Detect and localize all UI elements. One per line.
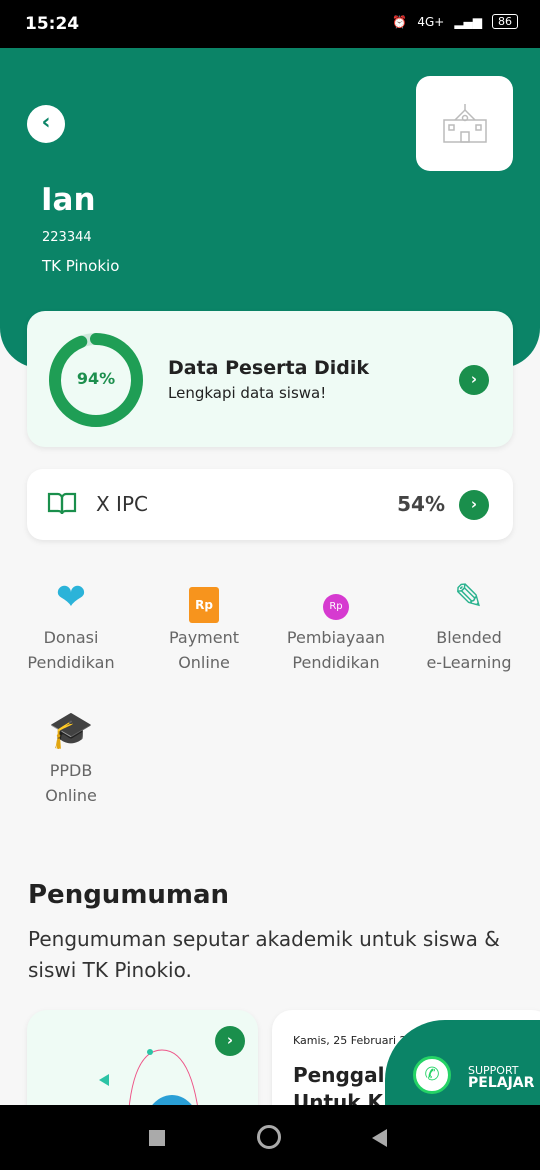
school-logo: [416, 76, 513, 171]
book-icon: [47, 492, 77, 515]
menu-label: e-Learning: [426, 653, 512, 672]
graduation-cap-icon: 🎓: [48, 710, 94, 751]
menu-payment-online[interactable]: Rp Payment Online: [139, 575, 269, 675]
donation-heart-icon: ❤: [55, 577, 87, 618]
menu-label: Payment: [168, 628, 240, 647]
completion-subtitle: Lengkapi data siswa!: [168, 384, 327, 402]
class-card[interactable]: X IPC 54% ›: [27, 469, 513, 540]
payment-rp-icon: Rp: [139, 575, 269, 623]
class-percent: 54%: [397, 492, 445, 516]
menu-label: Pembiayaan: [286, 628, 386, 647]
financing-hand-icon: Rp: [271, 575, 401, 621]
alarm-icon: ⏰: [392, 14, 408, 29]
completion-percent: 94%: [76, 369, 116, 388]
completion-title: Data Peserta Didik: [168, 357, 370, 379]
menu-label: Pendidikan: [292, 653, 380, 672]
clock: 15:24: [25, 14, 80, 34]
chevron-right-icon[interactable]: ›: [215, 1026, 245, 1056]
announcement-title: Pengumuman: [28, 880, 230, 910]
menu-label: Blended: [436, 628, 502, 647]
menu-blended-elearning[interactable]: ✎ Blended e-Learning: [404, 575, 534, 675]
chevron-right-icon[interactable]: ›: [459, 490, 489, 520]
menu-label: Donasi: [43, 628, 99, 647]
student-id: 223344: [42, 230, 92, 245]
pencil-ruler-icon: ✎: [453, 577, 485, 618]
announcement-description: Pengumuman seputar akademik untuk siswa …: [28, 927, 500, 982]
student-name: Ian: [41, 182, 96, 218]
recents-button[interactable]: [149, 1130, 165, 1146]
back-button[interactable]: ‹: [27, 105, 65, 143]
data-completion-card[interactable]: 94% Data Peserta Didik Lengkapi data sis…: [27, 311, 513, 447]
class-name: X IPC: [96, 492, 148, 516]
completion-ring: 94%: [48, 332, 144, 428]
menu-donasi-pendidikan[interactable]: ❤ Donasi Pendidikan: [6, 575, 136, 675]
status-bar: 15:24 ⏰ 4G+ ▂▄▆ 86: [0, 0, 540, 48]
menu-pembiayaan-pendidikan[interactable]: Rp Pembiayaan Pendidikan: [271, 575, 401, 675]
home-button[interactable]: [257, 1125, 281, 1149]
menu-label: Online: [45, 786, 97, 805]
navigation-bar: [0, 1105, 540, 1170]
support-pelajar-button[interactable]: ✆ SUPPORT PELAJAR: [385, 1020, 540, 1110]
back-nav-button[interactable]: [372, 1129, 387, 1147]
signal-icon: ▂▄▆: [454, 14, 482, 29]
school-building-icon: [442, 103, 487, 143]
menu-label: PPDB: [49, 761, 93, 780]
battery-level: 86: [492, 14, 518, 29]
menu-ppdb-online[interactable]: 🎓 PPDB Online: [6, 708, 136, 808]
chevron-right-icon[interactable]: ›: [459, 365, 489, 395]
school-name: TK Pinokio: [42, 257, 120, 275]
menu-label: Online: [178, 653, 230, 672]
pelajar-label: PELAJAR: [468, 1075, 535, 1091]
network-label: 4G+: [417, 14, 445, 29]
whatsapp-icon: ✆: [413, 1056, 451, 1094]
menu-label: Pendidikan: [27, 653, 115, 672]
